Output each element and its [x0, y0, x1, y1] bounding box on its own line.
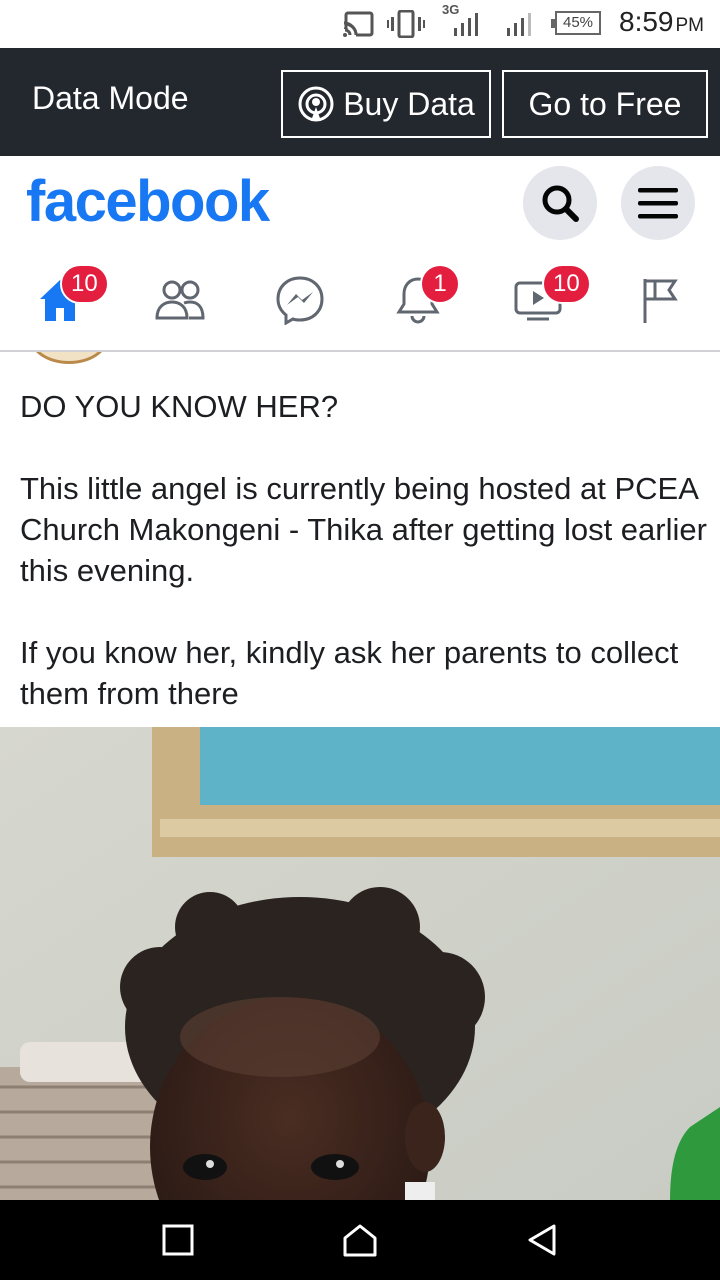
clock-ampm: PM: [675, 15, 705, 36]
menu-button[interactable]: [621, 166, 695, 240]
search-icon: [542, 185, 579, 222]
buy-data-label: Buy Data: [343, 85, 475, 122]
tab-home[interactable]: 10: [20, 264, 109, 332]
friends-icon: [155, 280, 205, 320]
notifications-badge: 1: [420, 264, 460, 304]
buy-data-button[interactable]: Buy Data: [281, 70, 491, 138]
battery-icon: 45%: [551, 11, 601, 35]
home-button[interactable]: [340, 1220, 380, 1260]
tab-watch[interactable]: 10: [498, 264, 591, 332]
facebook-logo[interactable]: facebook: [26, 168, 270, 235]
tab-pages[interactable]: [620, 268, 700, 332]
square-icon: [162, 1224, 194, 1256]
post-card: DO YOU KNOW HER? This little angel is cu…: [0, 352, 720, 727]
messenger-icon: [276, 276, 324, 325]
status-bar: 3G 45% 8:59 PM: [0, 0, 720, 48]
battery-percent: 45%: [562, 14, 594, 31]
page-avatar[interactable]: [30, 352, 108, 364]
post-paragraph: This little angel is currently being hos…: [20, 471, 707, 588]
tab-notifications[interactable]: 1: [378, 264, 460, 332]
clock-time: 8:59: [619, 6, 674, 37]
data-mode-title: Data Mode: [32, 80, 189, 116]
post-paragraph: DO YOU KNOW HER?: [20, 389, 339, 424]
main-tab-bar: 10 1 10: [0, 246, 720, 352]
vibrate-icon: [387, 10, 425, 38]
go-to-free-button[interactable]: Go to Free: [502, 70, 708, 138]
watch-badge: 10: [542, 264, 591, 304]
home-badge: 10: [60, 264, 109, 304]
search-button[interactable]: [523, 166, 597, 240]
flag-icon: [643, 279, 678, 323]
tab-messenger[interactable]: [260, 268, 340, 332]
clock: 8:59 PM: [619, 6, 704, 38]
hamburger-menu-icon: [638, 188, 678, 219]
post-photo[interactable]: [0, 727, 720, 1200]
post-paragraph: If you know her, kindly ask her parents …: [20, 635, 679, 711]
system-navigation-bar: [0, 1200, 720, 1280]
cast-icon: [343, 11, 374, 38]
app-header: facebook: [0, 156, 720, 246]
signal-icon: [507, 13, 531, 36]
recents-button[interactable]: [158, 1220, 198, 1260]
post-body: DO YOU KNOW HER? This little angel is cu…: [20, 386, 710, 714]
data-mode-banner: Data Mode Buy Data Go to Free: [0, 48, 720, 156]
back-button[interactable]: [522, 1220, 562, 1260]
signal-3g-icon: [454, 13, 478, 36]
tab-friends[interactable]: [140, 268, 220, 332]
go-to-free-label: Go to Free: [528, 85, 682, 122]
house-outline-icon: [343, 1224, 377, 1257]
broadcast-icon: [298, 86, 334, 122]
back-triangle-icon: [528, 1224, 556, 1256]
